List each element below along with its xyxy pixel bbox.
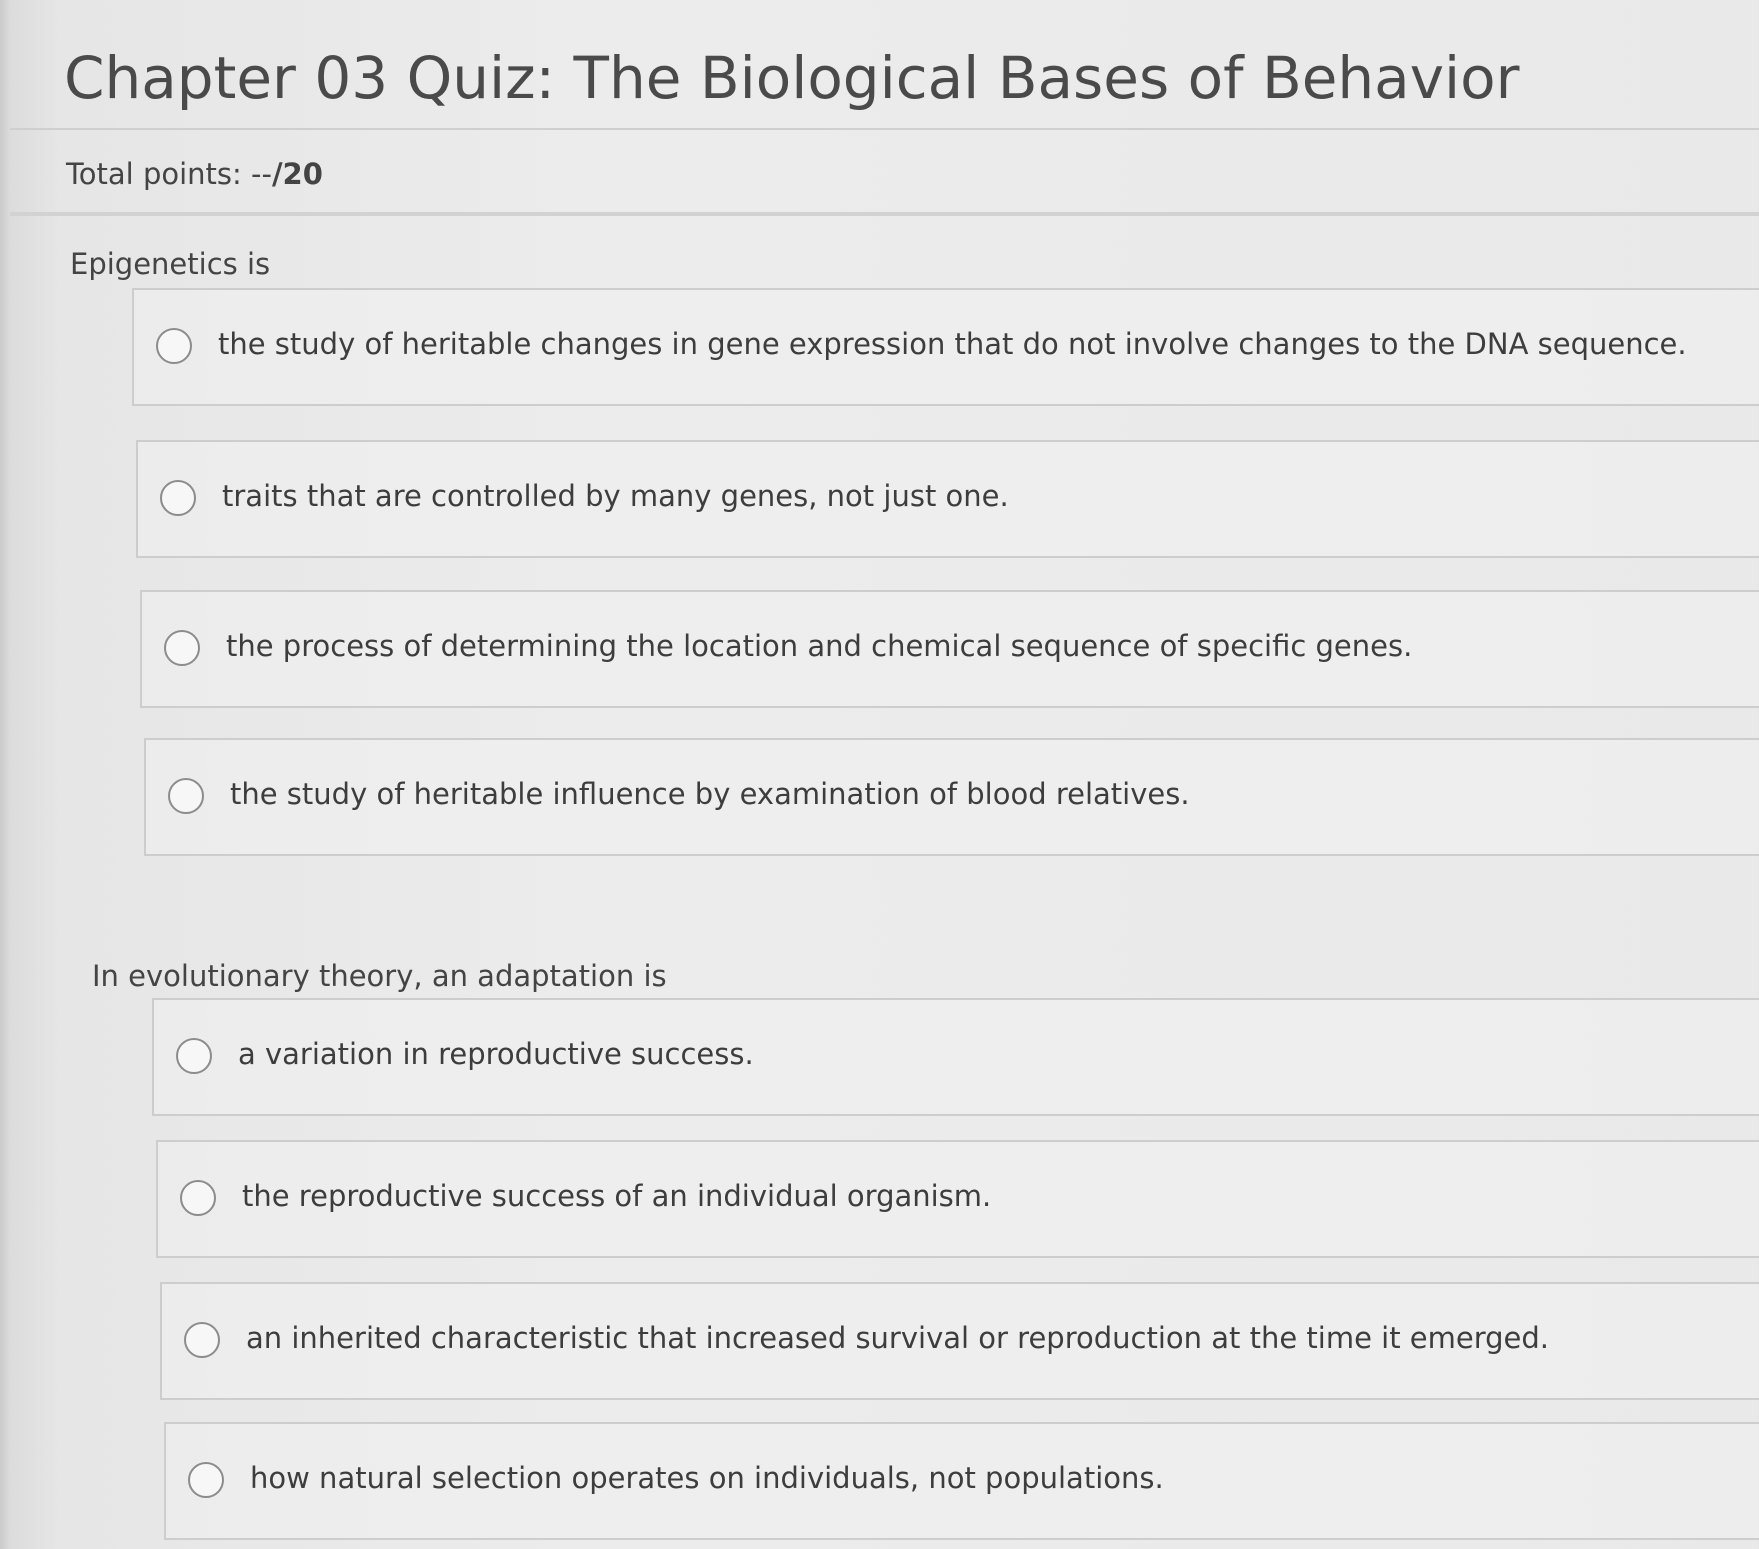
question-2-prompt: In evolutionary theory, an adaptation is	[92, 959, 667, 993]
quiz-page: Chapter 03 Quiz: The Biological Bases of…	[0, 0, 1759, 1549]
question-1-prompt: Epigenetics is	[70, 247, 271, 281]
total-points: Total points: --/20	[66, 154, 323, 194]
radio-button[interactable]	[160, 480, 196, 516]
question-2-option-3[interactable]: an inherited characteristic that increas…	[160, 1282, 1759, 1400]
radio-button[interactable]	[156, 328, 192, 364]
total-points-value: /20	[271, 157, 323, 191]
question-1-option-4[interactable]: the study of heritable influence by exam…	[144, 738, 1759, 856]
radio-button[interactable]	[164, 630, 200, 666]
option-label: traits that are controlled by many genes…	[222, 479, 1009, 513]
radio-button[interactable]	[180, 1180, 216, 1216]
option-label: the process of determining the location …	[226, 629, 1413, 663]
radio-button[interactable]	[176, 1038, 212, 1074]
option-label: a variation in reproductive success.	[238, 1037, 754, 1071]
title-divider	[10, 128, 1759, 130]
option-label: the study of heritable influence by exam…	[230, 777, 1190, 811]
option-label: the reproductive success of an individua…	[242, 1179, 992, 1213]
radio-button[interactable]	[188, 1462, 224, 1498]
option-label: the study of heritable changes in gene e…	[218, 327, 1687, 361]
total-points-label: Total points: --	[66, 157, 272, 191]
question-2-option-4[interactable]: how natural selection operates on indivi…	[164, 1422, 1759, 1540]
question-1-option-2[interactable]: traits that are controlled by many genes…	[136, 440, 1759, 558]
radio-button[interactable]	[184, 1322, 220, 1358]
option-label: an inherited characteristic that increas…	[246, 1321, 1550, 1355]
radio-button[interactable]	[168, 778, 204, 814]
question-1-option-1[interactable]: the study of heritable changes in gene e…	[132, 288, 1759, 406]
question-2-option-2[interactable]: the reproductive success of an individua…	[156, 1140, 1759, 1258]
option-label: how natural selection operates on indivi…	[250, 1461, 1164, 1495]
points-divider	[10, 212, 1759, 216]
question-1-option-3[interactable]: the process of determining the location …	[140, 590, 1759, 708]
question-2-option-1[interactable]: a variation in reproductive success.	[152, 998, 1759, 1116]
quiz-title: Chapter 03 Quiz: The Biological Bases of…	[64, 44, 1520, 112]
